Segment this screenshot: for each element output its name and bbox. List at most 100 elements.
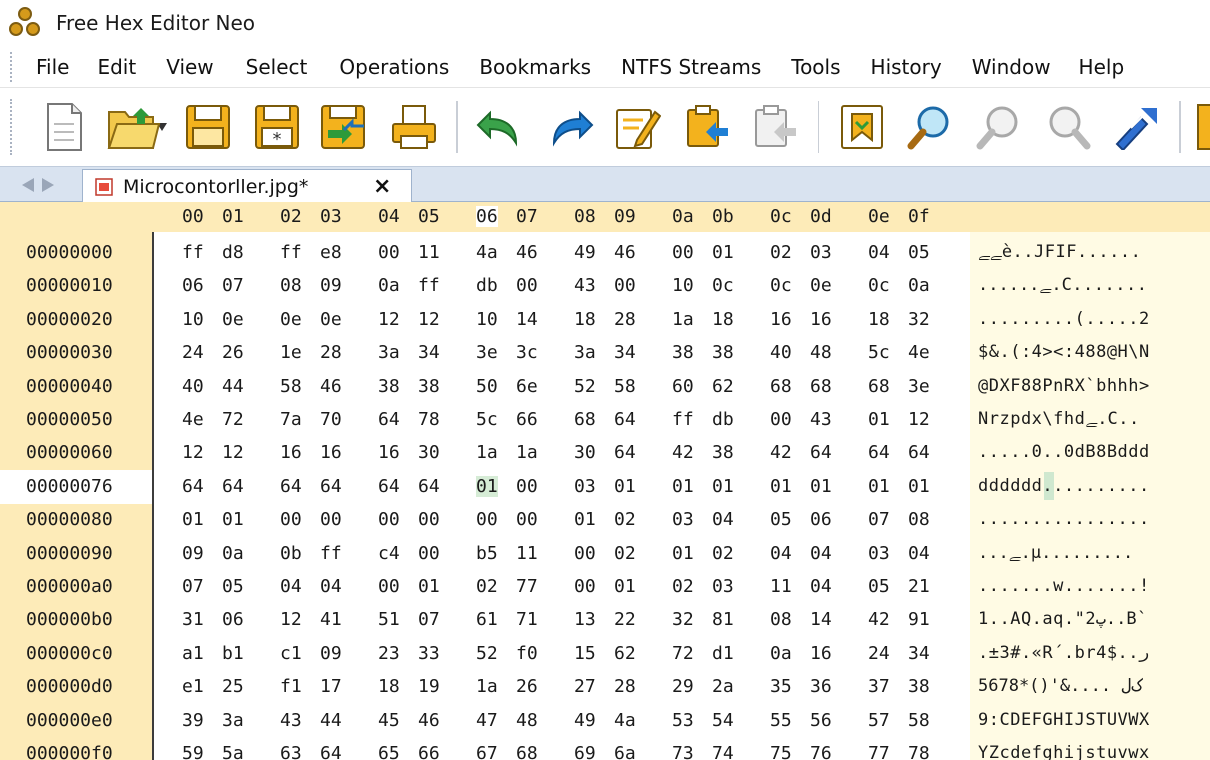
hex-byte[interactable]: 07 (222, 275, 244, 296)
hex-byte[interactable]: 68 (770, 376, 792, 397)
menu-help[interactable]: Help (1079, 55, 1125, 79)
hex-byte[interactable]: 6a (614, 743, 636, 760)
selected-byte[interactable]: 01 (476, 475, 498, 497)
hex-byte[interactable]: 64 (320, 743, 342, 760)
hex-byte[interactable]: 02 (614, 543, 636, 564)
hex-row[interactable]: 00000010 06 07 08 09 0a ff db 00 43 00 10 0c 0c 0e 0c 0a… (0, 269, 1210, 303)
hex-byte[interactable]: 02 (672, 576, 694, 597)
hex-byte[interactable]: ff (418, 275, 440, 296)
hex-byte[interactable]: 46 (516, 242, 538, 263)
hex-byte[interactable]: 26 (222, 342, 244, 363)
hex-byte[interactable]: 4a (614, 710, 636, 731)
hex-byte[interactable]: 12 (222, 442, 244, 463)
print-icon[interactable] (388, 99, 441, 155)
hex-byte[interactable]: 00 (418, 543, 440, 564)
hex-byte[interactable]: 00 (614, 275, 636, 296)
hex-byte[interactable]: 40 (770, 342, 792, 363)
hex-byte[interactable]: 21 (908, 576, 930, 597)
new-file-icon[interactable] (38, 99, 91, 155)
hex-byte[interactable]: 11 (770, 576, 792, 597)
hex-byte[interactable]: 14 (810, 609, 832, 630)
hex-byte[interactable]: 04 (908, 543, 930, 564)
hex-byte[interactable]: 34 (418, 342, 440, 363)
hex-byte[interactable]: 30 (418, 442, 440, 463)
ascii-text[interactable]: @DXF88PnRX`bhhh> (978, 376, 1150, 396)
hex-byte[interactable]: 32 (672, 609, 694, 630)
tab-microcontroller-jpg[interactable]: Microcontorller.jpg* × (82, 169, 412, 203)
hex-byte[interactable]: 28 (614, 309, 636, 330)
hex-byte[interactable]: 03 (574, 476, 596, 497)
hex-row[interactable]: 00000080 01 01 00 00 00 00 00 00 01 02 03 04 05 06 07 08… (0, 503, 1210, 537)
ascii-text[interactable]: ................ (978, 509, 1150, 529)
hex-byte[interactable]: 12 (182, 442, 204, 463)
redo-icon[interactable] (543, 99, 596, 155)
paste-icon[interactable] (680, 99, 733, 155)
hex-byte[interactable]: 62 (614, 643, 636, 664)
hex-byte[interactable]: 7a (280, 409, 302, 430)
hex-byte[interactable]: 00 (516, 509, 538, 530)
hex-byte[interactable]: 58 (280, 376, 302, 397)
hex-byte[interactable]: 11 (516, 543, 538, 564)
hex-byte[interactable]: ff (672, 409, 694, 430)
hex-byte[interactable]: 1a (476, 676, 498, 697)
hex-byte[interactable]: 71 (516, 609, 538, 630)
hex-byte[interactable]: 01 (712, 242, 734, 263)
hex-byte[interactable]: 14 (516, 309, 538, 330)
hex-row[interactable]: 000000d0 e1 25 f1 17 18 19 1a 26 27 28 29 2a 35 36 37 38… (0, 670, 1210, 704)
hex-byte[interactable]: 00 (770, 409, 792, 430)
hex-byte[interactable]: 07 (868, 509, 890, 530)
hex-byte[interactable]: 17 (320, 676, 342, 697)
hex-byte[interactable]: 36 (810, 676, 832, 697)
hex-byte[interactable]: 74 (712, 743, 734, 760)
hex-byte[interactable]: 01 (672, 476, 694, 497)
hex-byte[interactable]: 00 (280, 509, 302, 530)
hex-byte[interactable]: 46 (614, 242, 636, 263)
hex-byte[interactable]: 08 (770, 609, 792, 630)
hex-byte[interactable]: 18 (868, 309, 890, 330)
hex-byte[interactable]: 62 (712, 376, 734, 397)
menu-ntfs-streams[interactable]: NTFS Streams (621, 55, 761, 79)
hex-byte[interactable]: 06 (222, 609, 244, 630)
hex-byte[interactable]: 10 (182, 309, 204, 330)
hex-byte[interactable]: 01 (770, 476, 792, 497)
hex-byte[interactable]: 01 (868, 409, 890, 430)
hex-byte[interactable]: 16 (770, 309, 792, 330)
hex-byte[interactable]: 07 (418, 609, 440, 630)
hex-byte[interactable]: 1a (672, 309, 694, 330)
clipboard-icon[interactable] (1196, 104, 1210, 150)
hex-byte[interactable]: 04 (280, 576, 302, 597)
hex-byte[interactable]: 12 (280, 609, 302, 630)
save-all-icon[interactable] (319, 99, 372, 155)
hex-byte[interactable]: 38 (712, 342, 734, 363)
hex-byte[interactable]: db (712, 409, 734, 430)
hex-byte[interactable]: 31 (182, 609, 204, 630)
hex-byte[interactable]: 01 (868, 476, 890, 497)
hex-byte[interactable]: 69 (574, 743, 596, 760)
open-file-icon[interactable] (107, 99, 161, 155)
hex-byte[interactable]: 60 (672, 376, 694, 397)
hex-byte[interactable]: 47 (476, 710, 498, 731)
hex-byte[interactable]: 1a (476, 442, 498, 463)
menu-select[interactable]: Select (246, 55, 308, 79)
hex-byte[interactable]: 64 (810, 442, 832, 463)
hex-byte[interactable]: 64 (908, 442, 930, 463)
hex-row[interactable]: 000000f0 59 5a 63 64 65 66 67 68 69 6a 73 74 75 76 77 78… (0, 737, 1210, 760)
hex-row[interactable]: 00000090 09 0a 0b ff c4 00 b5 11 00 02 01 02 04 04 03 04… (0, 537, 1210, 571)
hex-row[interactable]: 00000040 40 44 58 46 38 38 50 6e 52 58 60 62 68 68 68 3e… (0, 370, 1210, 404)
hex-editor-view[interactable]: 00 01 02 03 04 05 06 07 08 09 0a 0b 0c 0d 0e 0f 0000000… (0, 202, 1210, 760)
bookmark-icon[interactable] (835, 99, 888, 155)
hex-byte[interactable]: 3a (222, 710, 244, 731)
hex-row[interactable]: 00000076 64 64 64 64 64 64 01 00 03 01 01 01 01 01 01 01… (0, 469, 1210, 504)
hex-byte[interactable]: 48 (810, 342, 832, 363)
hex-byte[interactable]: 42 (868, 609, 890, 630)
hex-byte[interactable]: 40 (182, 376, 204, 397)
hex-byte[interactable]: 00 (476, 509, 498, 530)
hex-byte[interactable]: 77 (868, 743, 890, 760)
hex-byte[interactable]: 46 (320, 376, 342, 397)
hex-byte[interactable]: 4e (908, 342, 930, 363)
ascii-text[interactable]: ......ﮯ.C....... (978, 275, 1147, 295)
hex-byte[interactable]: 12 (418, 309, 440, 330)
hex-byte[interactable]: 64 (320, 476, 342, 497)
hex-row[interactable]: 00000000 ff d8 ff e8 00 11 4a 46 49 46 00 01 02 03 04 05… (0, 236, 1210, 270)
hex-byte[interactable]: 03 (868, 543, 890, 564)
